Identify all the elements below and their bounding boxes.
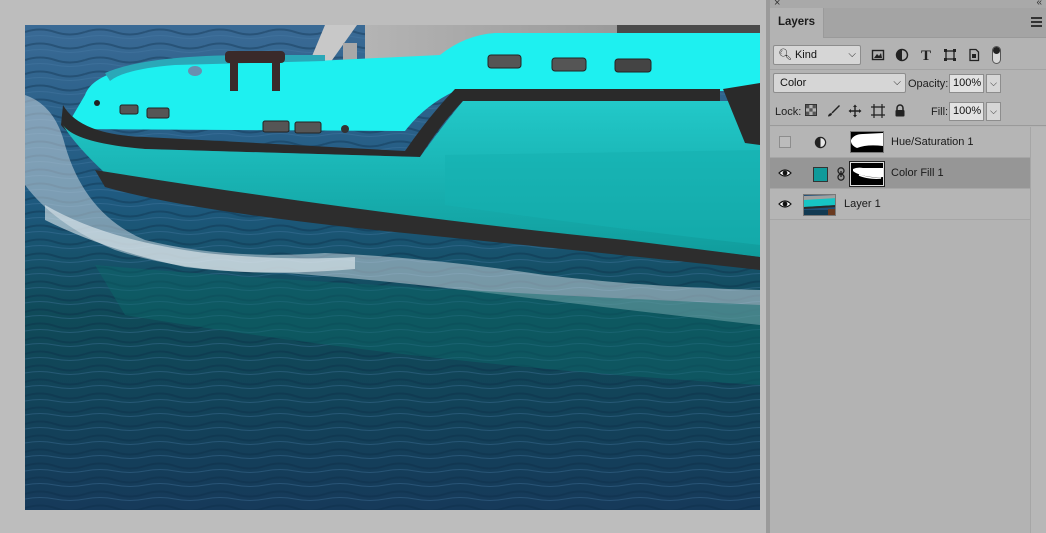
layers-list-empty-area <box>770 221 1030 533</box>
layer-name[interactable]: Hue/Saturation 1 <box>891 136 974 148</box>
adjustment-filter-icon[interactable] <box>894 48 910 64</box>
layer-thumbnail[interactable] <box>803 194 836 216</box>
layer-filter-row: 🔍︎ Kind ⌵ T <box>770 40 1046 70</box>
fill-slider-toggle[interactable]: ⌵ <box>986 102 1001 121</box>
fill-input[interactable]: 100% <box>949 102 984 121</box>
panel-title-strip: × « <box>770 0 1046 9</box>
opacity-label: Opacity: <box>908 78 949 90</box>
link-chain-icon[interactable] <box>837 167 847 181</box>
smart-object-filter-icon[interactable] <box>966 48 982 64</box>
search-icon: 🔍︎ <box>778 49 792 61</box>
adjustment-layer-icon <box>814 136 828 150</box>
canvas-image <box>25 25 760 510</box>
layer-row-layer-1[interactable]: Layer 1 <box>770 189 1030 220</box>
opacity-input[interactable]: 100% <box>949 74 984 93</box>
lock-position-icon[interactable] <box>847 104 863 120</box>
eye-icon[interactable] <box>778 166 792 180</box>
shape-filter-icon[interactable] <box>942 48 958 64</box>
lock-label: Lock: <box>775 106 802 118</box>
hamburger-menu-icon[interactable] <box>1031 17 1042 27</box>
document-canvas[interactable] <box>25 25 760 510</box>
layer-name[interactable]: Layer 1 <box>844 198 881 210</box>
filter-kind-select[interactable]: 🔍︎ Kind ⌵ <box>773 45 861 65</box>
fill-label: Fill: <box>931 106 949 118</box>
photoshop-window: × « Layers 🔍︎ Kind ⌵ T Color ⌵ Opacity: … <box>0 0 1046 533</box>
filter-toggle-switch[interactable] <box>992 46 1001 64</box>
fill-color-swatch[interactable] <box>813 167 828 182</box>
layers-scrollbar[interactable] <box>1030 127 1046 533</box>
lock-all-icon[interactable] <box>892 104 908 120</box>
tab-layers[interactable]: Layers <box>770 8 824 38</box>
lock-fill-row: Lock: Fill: 100% ⌵ <box>770 98 1046 126</box>
type-filter-icon[interactable]: T <box>918 48 934 64</box>
image-filter-icon[interactable] <box>870 48 886 64</box>
lock-image-pixels-icon[interactable] <box>825 104 841 120</box>
lock-transparent-pixels-icon[interactable] <box>803 104 819 120</box>
opacity-slider-toggle[interactable]: ⌵ <box>986 74 1001 93</box>
filter-kind-label: Kind <box>794 49 817 61</box>
chevron-down-icon: ⌵ <box>848 49 856 60</box>
blend-mode-select[interactable]: Color ⌵ <box>773 73 906 93</box>
layer-mask-thumbnail[interactable] <box>849 161 885 187</box>
canvas-workspace <box>0 0 766 533</box>
layer-name[interactable]: Color Fill 1 <box>891 167 944 179</box>
chevron-down-icon: ⌵ <box>893 77 901 88</box>
panel-tab-bar: Layers <box>770 8 1046 38</box>
lock-artboard-icon[interactable] <box>870 104 886 120</box>
eye-icon[interactable] <box>778 197 792 211</box>
layer-mask-thumbnail[interactable] <box>850 131 884 153</box>
blend-mode-value: Color <box>780 77 807 89</box>
layers-panel: × « Layers 🔍︎ Kind ⌵ T Color ⌵ Opacity: … <box>770 0 1046 533</box>
visibility-toggle-off[interactable] <box>779 136 791 148</box>
blend-opacity-row: Color ⌵ Opacity: 100% ⌵ <box>770 70 1046 96</box>
layer-row-hue-saturation[interactable]: Hue/Saturation 1 <box>770 127 1030 158</box>
layer-row-color-fill[interactable]: Color Fill 1 <box>770 158 1030 189</box>
